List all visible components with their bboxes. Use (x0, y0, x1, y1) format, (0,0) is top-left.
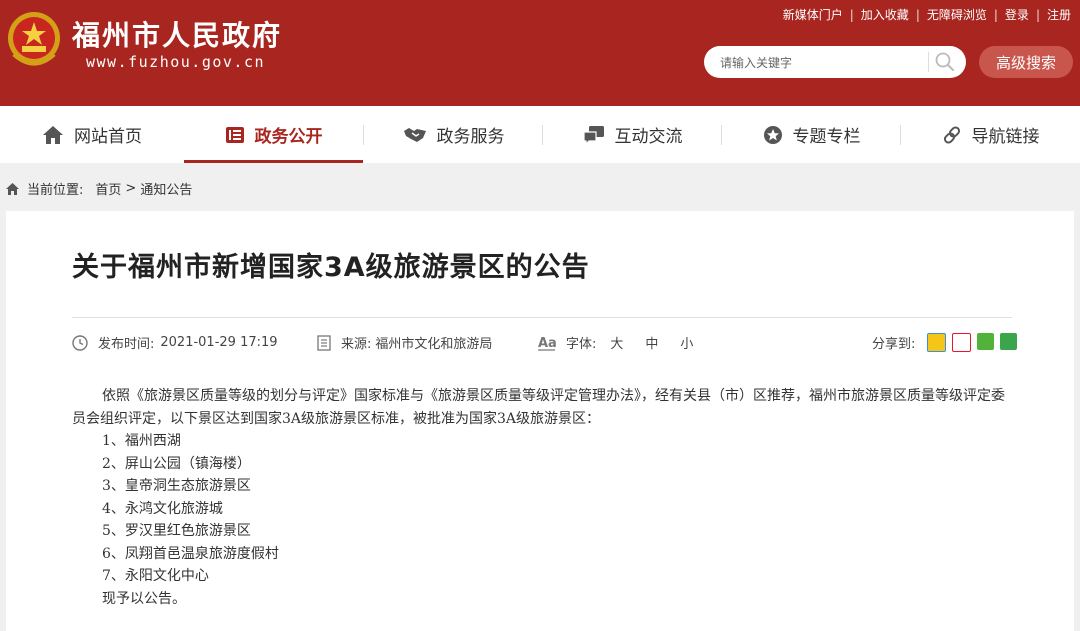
home-icon (43, 125, 63, 144)
home-icon (6, 182, 19, 195)
breadcrumb-separator: > (125, 181, 137, 196)
breadcrumb-prefix: 当前位置: (27, 183, 84, 198)
handshake-icon (403, 127, 426, 142)
register-link[interactable]: 注册 (1040, 6, 1078, 23)
publish-value: 2021-01-29 17:19 (160, 335, 278, 350)
login-link[interactable]: 登录 (998, 6, 1036, 23)
list-item: 3、皇帝洞生态旅游景区 (102, 478, 251, 494)
source: 来源: 福州市文化和旅游局 (317, 333, 492, 352)
search-box (704, 46, 966, 78)
search-input[interactable] (718, 52, 922, 74)
source-label: 来源: (341, 337, 372, 352)
font-size-small[interactable]: 小 (680, 333, 693, 352)
share: 分享到: (872, 333, 1018, 352)
article-title: 关于福州市新增国家3A级旅游景区的公告 (72, 252, 590, 283)
nav-services[interactable]: 政务服务 (364, 106, 543, 163)
list-item: 2、屏山公园（镇海楼） (102, 455, 251, 472)
nav-home[interactable]: 网站首页 (0, 106, 184, 163)
list-item: 6、凤翔首邑温泉旅游度假村 (102, 545, 279, 562)
share-label: 分享到: (872, 337, 916, 352)
add-favorite-link[interactable]: 加入收藏 (854, 6, 916, 23)
list-item: 7、永阳文化中心 (102, 568, 209, 584)
article-container: 关于福州市新增国家3A级旅游景区的公告 发布时间: 2021-01-29 17:… (6, 211, 1074, 631)
nav-label: 政务服务 (436, 127, 505, 147)
font-size-icon: Aa (538, 336, 556, 351)
nav-label: 网站首页 (74, 127, 142, 147)
nav-links[interactable]: 导航链接 (901, 106, 1080, 163)
nav-label: 专题专栏 (792, 127, 861, 147)
document-icon (317, 334, 331, 351)
share-icons (921, 333, 1018, 352)
national-emblem-icon (8, 12, 60, 66)
nav-interaction[interactable]: 互动交流 (543, 106, 722, 163)
nav-label: 互动交流 (614, 127, 683, 147)
article-closing: 现予以公告。 (102, 590, 186, 607)
nav-label: 政务公开 (254, 127, 323, 147)
qzone-share-icon[interactable] (927, 333, 947, 352)
site-name: 福州市人民政府 (72, 19, 283, 52)
list-item: 4、永鸿文化旅游城 (102, 500, 223, 517)
search-icon[interactable] (934, 51, 956, 73)
list-item: 1、福州西湖 (102, 433, 181, 449)
font-size-large[interactable]: 大 (610, 333, 623, 352)
link-icon (943, 125, 960, 144)
site-url: www.fuzhou.gov.cn (86, 53, 266, 71)
nav-government-affairs[interactable]: 政务公开 (184, 106, 363, 163)
source-value: 福州市文化和旅游局 (375, 337, 493, 352)
new-media-link[interactable]: 新媒体门户 (776, 6, 850, 23)
publish-time: 发布时间: 2021-01-29 17:19 (72, 333, 278, 352)
advanced-search-button[interactable]: 高级搜索 (979, 46, 1073, 78)
clock-icon (72, 334, 88, 351)
star-icon (763, 125, 782, 144)
font-size-controls: Aa 字体: 大 中 小 (538, 333, 693, 352)
article-body: 依照《旅游景区质量等级的划分与评定》国家标准与《旅游景区质量等级评定管理办法》，… (72, 385, 1012, 610)
search-divider (928, 52, 929, 72)
breadcrumb: 当前位置: 首页 > 通知公告 (6, 179, 196, 198)
divider (72, 317, 1012, 318)
article-intro: 依照《旅游景区质量等级的划分与评定》国家标准与《旅游景区质量等级评定管理办法》，… (72, 388, 1005, 427)
breadcrumb-current[interactable]: 通知公告 (140, 179, 192, 198)
main-nav: 网站首页 政务公开 政务服务 互动交流 专题专栏 导航链接 (0, 106, 1080, 163)
wechat-share-icon[interactable] (977, 333, 995, 350)
list-item: 5、罗汉里红色旅游景区 (102, 523, 251, 539)
accessibility-link[interactable]: 无障碍浏览 (920, 6, 994, 23)
font-label: 字体: (566, 337, 597, 352)
breadcrumb-home-link[interactable]: 首页 (95, 179, 121, 198)
publish-label: 发布时间: (98, 337, 155, 352)
nav-special-topics[interactable]: 专题专栏 (722, 106, 901, 163)
weibo-share-icon[interactable] (952, 333, 972, 352)
top-links: 新媒体门户 | 加入收藏 | 无障碍浏览 | 登录 | 注册 (776, 6, 1078, 23)
svg-text:Aa: Aa (538, 336, 556, 351)
chat-icon (582, 125, 604, 145)
site-header: 福州市人民政府 www.fuzhou.gov.cn 新媒体门户 | 加入收藏 |… (0, 0, 1080, 106)
font-size-medium[interactable]: 中 (645, 333, 658, 352)
document-list-icon (225, 126, 244, 143)
douban-share-icon[interactable] (1000, 333, 1018, 350)
nav-label: 导航链接 (971, 127, 1040, 147)
